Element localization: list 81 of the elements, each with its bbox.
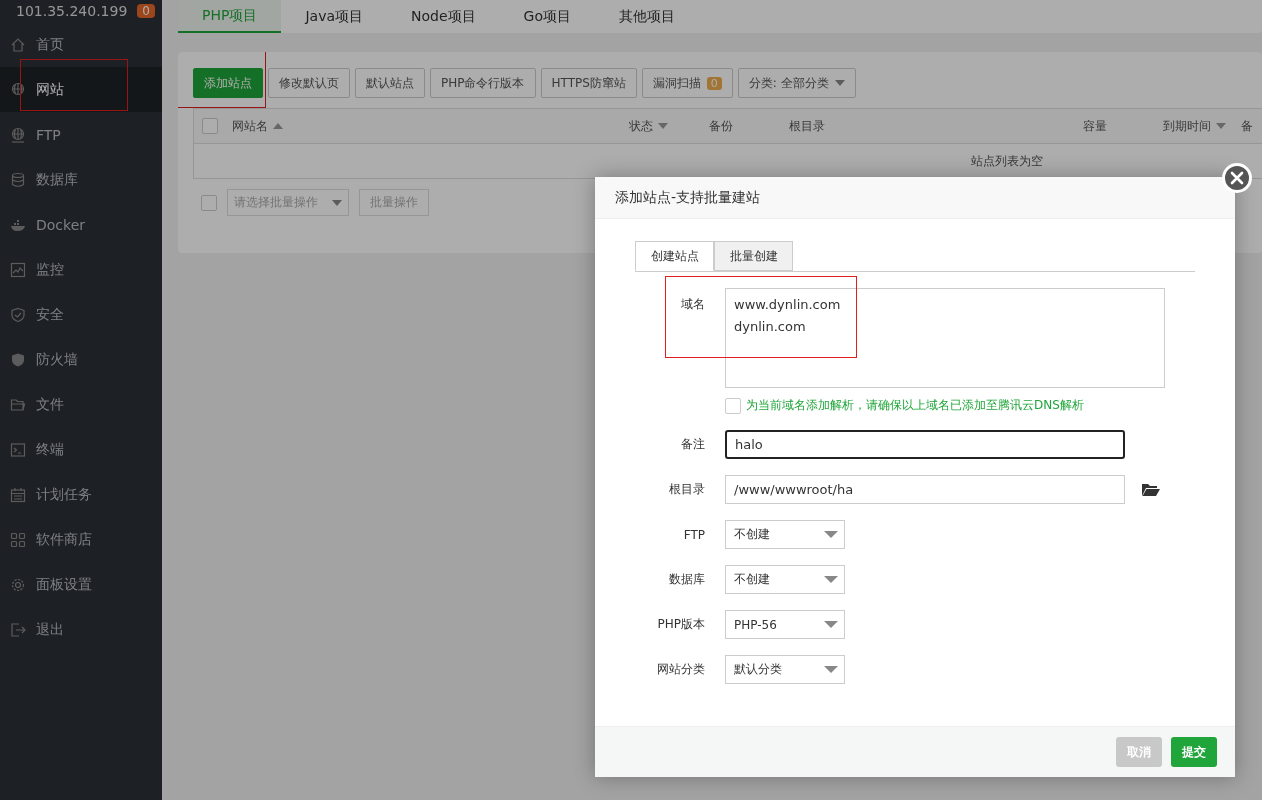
sidebar-item[interactable]: 计划任务 xyxy=(0,472,162,517)
caret-icon xyxy=(824,621,838,628)
notification-badge: 0 xyxy=(137,4,155,18)
domain-field[interactable]: www.dynlin.com dynlin.com xyxy=(725,288,1165,388)
toolbar-button[interactable]: 默认站点 xyxy=(355,68,425,98)
column-header[interactable]: 网站名 xyxy=(232,117,283,135)
caret-icon xyxy=(834,80,845,86)
database-icon xyxy=(10,171,26,188)
dialog-tab[interactable]: 创建站点 xyxy=(635,241,714,271)
caret-icon xyxy=(332,199,342,206)
column-header[interactable]: 备 xyxy=(1241,117,1253,135)
terminal-icon xyxy=(10,441,26,458)
field-label: FTP xyxy=(682,527,705,542)
column-header[interactable]: 容量 xyxy=(1083,117,1107,135)
dialog-tab[interactable]: 批量创建 xyxy=(714,241,793,271)
sidebar-item[interactable]: 防火墙 xyxy=(0,337,162,382)
project-tab[interactable]: Go项目 xyxy=(499,0,595,33)
sidebar-item[interactable]: 退出 xyxy=(0,607,162,652)
field-label: 根目录 xyxy=(668,481,705,498)
chart-icon xyxy=(10,261,26,278)
project-tab[interactable]: Java项目 xyxy=(281,0,387,33)
sidebar-item[interactable]: 数据库 xyxy=(0,157,162,202)
field-label: 备注 xyxy=(680,436,705,453)
field-label: 域名 xyxy=(680,296,705,313)
sidebar-item[interactable]: 监控 xyxy=(0,247,162,292)
select-all-checkbox[interactable] xyxy=(202,118,218,134)
column-header[interactable]: 备份 xyxy=(709,117,733,135)
caret-icon xyxy=(824,531,838,538)
toolbar-button[interactable]: HTTPS防窜站 xyxy=(540,68,637,98)
sidebar-item[interactable]: Docker xyxy=(0,202,162,247)
logout-icon xyxy=(10,621,26,638)
sort-up-icon xyxy=(273,123,283,129)
folder-icon[interactable] xyxy=(1142,482,1160,497)
toolbar-button[interactable]: PHP命令行版本 xyxy=(430,68,536,98)
column-header[interactable]: 状态 xyxy=(629,117,668,135)
shield-icon xyxy=(10,306,26,323)
caret-icon xyxy=(824,576,838,583)
root-path-field[interactable]: /www/wwwroot/ha xyxy=(725,475,1125,504)
sidebar-item[interactable]: 面板设置 xyxy=(0,562,162,607)
sort-down-icon xyxy=(1216,123,1226,129)
scan-button[interactable]: 漏洞扫描 0 xyxy=(641,68,733,98)
dns-checkbox[interactable] xyxy=(725,397,741,414)
empty-message: 站点列表为空 xyxy=(970,152,1043,170)
add-site-button[interactable]: 添加站点 xyxy=(193,68,263,98)
shield-icon xyxy=(10,351,26,368)
field-label: PHP版本 xyxy=(656,616,705,633)
count-badge: 0 xyxy=(706,76,722,90)
column-header[interactable]: 到期时间 xyxy=(1163,117,1226,135)
sidebar-item[interactable]: FTP xyxy=(0,112,162,157)
submit-button[interactable]: 提交 xyxy=(1171,737,1217,767)
toolbar-button[interactable]: 修改默认页 xyxy=(268,68,350,98)
project-tab[interactable]: 其他项目 xyxy=(594,0,699,33)
category-select[interactable]: 分类: 全部分类 xyxy=(737,68,856,98)
row-checkbox[interactable] xyxy=(201,194,217,211)
network-icon xyxy=(10,126,26,143)
sidebar-item[interactable]: 文件 xyxy=(0,382,162,427)
project-tab[interactable]: Node项目 xyxy=(387,0,500,33)
calendar-icon xyxy=(10,486,26,503)
caret-icon xyxy=(824,666,838,673)
field-label: 网站分类 xyxy=(656,661,705,678)
dropdown[interactable]: 不创建 xyxy=(725,565,845,594)
sort-down-icon xyxy=(658,123,668,129)
sidebar-item[interactable]: 软件商店 xyxy=(0,517,162,562)
field-label: 数据库 xyxy=(668,571,705,588)
home-icon xyxy=(10,36,26,53)
sidebar-item[interactable]: 安全 xyxy=(0,292,162,337)
dropdown[interactable]: PHP-56 xyxy=(725,610,845,639)
column-header[interactable]: 根目录 xyxy=(789,117,825,135)
sidebar-item[interactable]: 网站 xyxy=(0,67,162,112)
dropdown[interactable]: 不创建 xyxy=(725,520,845,549)
sidebar-item[interactable]: 终端 xyxy=(0,427,162,472)
sidebar-item[interactable]: 首页 xyxy=(0,22,162,67)
folder-icon xyxy=(10,396,26,413)
grid-icon xyxy=(10,531,26,548)
dns-option-label: 为当前域名添加解析，请确保以上域名已添加至腾讯云DNS解析 xyxy=(746,397,1084,414)
gear-icon xyxy=(10,576,26,593)
note-field[interactable]: halo xyxy=(725,430,1125,459)
globe-icon xyxy=(10,81,26,98)
dropdown[interactable]: 默认分类 xyxy=(725,655,845,684)
server-address: 101.35.240.199 xyxy=(16,3,128,19)
dialog-title: 添加站点-支持批量建站 xyxy=(615,188,761,207)
